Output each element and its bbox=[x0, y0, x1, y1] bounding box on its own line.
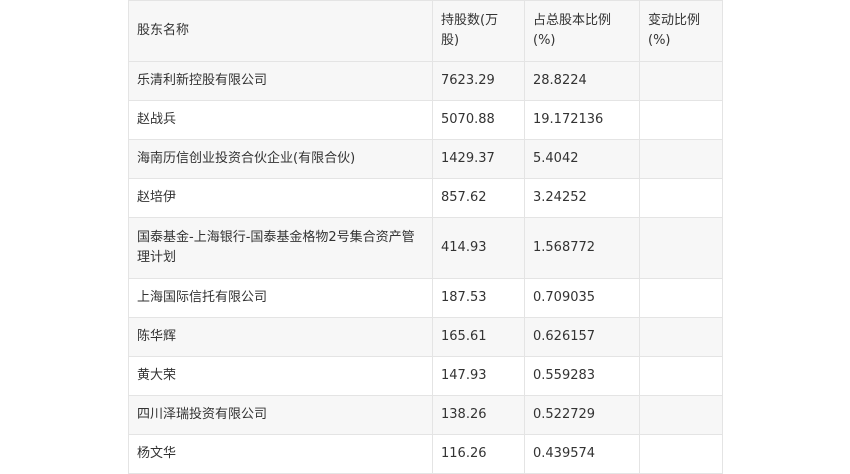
cell-shareholder-name: 赵培伊 bbox=[128, 178, 433, 218]
cell-change-ratio bbox=[639, 317, 723, 357]
table-row: 赵战兵 5070.88 19.172136 bbox=[128, 100, 723, 140]
header-row: 股东名称 持股数(万股) 占总股本比例(%) 变动比例(%) bbox=[128, 0, 723, 62]
cell-shares-held: 5070.88 bbox=[432, 100, 525, 140]
table-row: 国泰基金-上海银行-国泰基金格物2号集合资产管理计划 414.93 1.5687… bbox=[128, 217, 723, 279]
cell-change-ratio bbox=[639, 100, 723, 140]
cell-shares-held: 138.26 bbox=[432, 395, 525, 435]
table-row: 杨文华 116.26 0.439574 bbox=[128, 434, 723, 474]
header-share-ratio: 占总股本比例(%) bbox=[524, 0, 640, 62]
cell-shareholder-name: 上海国际信托有限公司 bbox=[128, 278, 433, 318]
header-shareholder-name: 股东名称 bbox=[128, 0, 433, 62]
cell-share-ratio: 19.172136 bbox=[524, 100, 640, 140]
header-change-ratio: 变动比例(%) bbox=[639, 0, 723, 62]
cell-share-ratio: 3.24252 bbox=[524, 178, 640, 218]
cell-change-ratio bbox=[639, 434, 723, 474]
table-row: 陈华辉 165.61 0.626157 bbox=[128, 317, 723, 357]
cell-shareholder-name: 四川泽瑞投资有限公司 bbox=[128, 395, 433, 435]
cell-change-ratio bbox=[639, 178, 723, 218]
table-row: 黄大荣 147.93 0.559283 bbox=[128, 356, 723, 396]
cell-change-ratio bbox=[639, 395, 723, 435]
cell-share-ratio: 0.709035 bbox=[524, 278, 640, 318]
cell-shares-held: 147.93 bbox=[432, 356, 525, 396]
cell-shares-held: 187.53 bbox=[432, 278, 525, 318]
cell-share-ratio: 0.522729 bbox=[524, 395, 640, 435]
table-row: 乐清利新控股有限公司 7623.29 28.8224 bbox=[128, 61, 723, 101]
cell-change-ratio bbox=[639, 217, 723, 279]
cell-share-ratio: 0.626157 bbox=[524, 317, 640, 357]
cell-shareholder-name: 海南历信创业投资合伙企业(有限合伙) bbox=[128, 139, 433, 179]
cell-shares-held: 1429.37 bbox=[432, 139, 525, 179]
cell-shareholder-name: 国泰基金-上海银行-国泰基金格物2号集合资产管理计划 bbox=[128, 217, 433, 279]
table-row: 上海国际信托有限公司 187.53 0.709035 bbox=[128, 278, 723, 318]
shareholder-table-container: 股东名称 持股数(万股) 占总股本比例(%) 变动比例(%) 乐清利新控股有限公… bbox=[128, 0, 723, 474]
cell-share-ratio: 0.559283 bbox=[524, 356, 640, 396]
cell-change-ratio bbox=[639, 61, 723, 101]
cell-shares-held: 165.61 bbox=[432, 317, 525, 357]
cell-shares-held: 7623.29 bbox=[432, 61, 525, 101]
cell-shares-held: 116.26 bbox=[432, 434, 525, 474]
table-body: 乐清利新控股有限公司 7623.29 28.8224 赵战兵 5070.88 1… bbox=[128, 61, 723, 474]
cell-share-ratio: 1.568772 bbox=[524, 217, 640, 279]
table-row: 四川泽瑞投资有限公司 138.26 0.522729 bbox=[128, 395, 723, 435]
header-shares-held: 持股数(万股) bbox=[432, 0, 525, 62]
cell-change-ratio bbox=[639, 278, 723, 318]
cell-share-ratio: 0.439574 bbox=[524, 434, 640, 474]
cell-shares-held: 857.62 bbox=[432, 178, 525, 218]
shareholder-table: 股东名称 持股数(万股) 占总股本比例(%) 变动比例(%) 乐清利新控股有限公… bbox=[128, 0, 723, 474]
cell-shareholder-name: 黄大荣 bbox=[128, 356, 433, 396]
cell-shareholder-name: 陈华辉 bbox=[128, 317, 433, 357]
cell-share-ratio: 5.4042 bbox=[524, 139, 640, 179]
cell-change-ratio bbox=[639, 139, 723, 179]
cell-shares-held: 414.93 bbox=[432, 217, 525, 279]
cell-change-ratio bbox=[639, 356, 723, 396]
table-row: 赵培伊 857.62 3.24252 bbox=[128, 178, 723, 218]
cell-shareholder-name: 杨文华 bbox=[128, 434, 433, 474]
cell-shareholder-name: 乐清利新控股有限公司 bbox=[128, 61, 433, 101]
cell-share-ratio: 28.8224 bbox=[524, 61, 640, 101]
cell-shareholder-name: 赵战兵 bbox=[128, 100, 433, 140]
table-header: 股东名称 持股数(万股) 占总股本比例(%) 变动比例(%) bbox=[128, 0, 723, 62]
table-row: 海南历信创业投资合伙企业(有限合伙) 1429.37 5.4042 bbox=[128, 139, 723, 179]
